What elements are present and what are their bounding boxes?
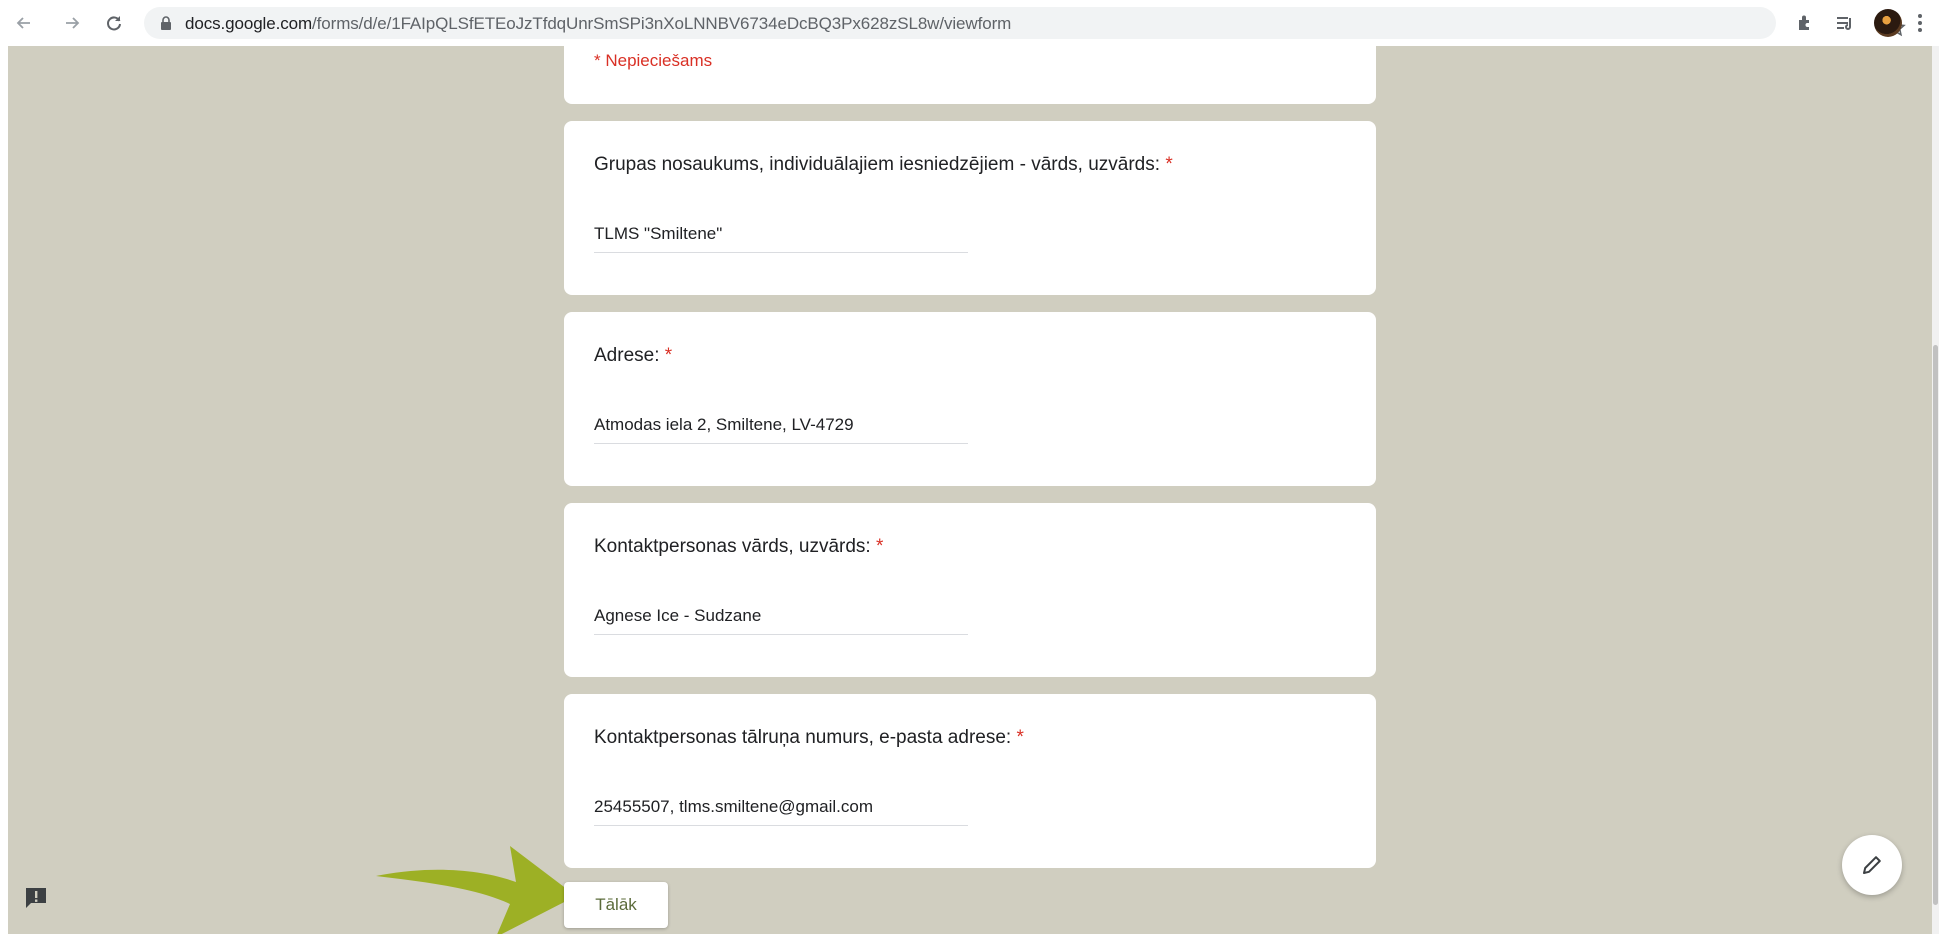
question-label: Kontaktpersonas vārds, uzvārds: * [594, 536, 884, 557]
lock-icon [161, 16, 171, 30]
form-page: * Nepieciešams Grupas nosaukums, individ… [8, 46, 1932, 934]
next-button[interactable]: Tālāk [564, 882, 668, 928]
required-asterisk: * [1165, 154, 1173, 175]
question-card-contact-phone-email: Kontaktpersonas tālruņa numurs, e-pasta … [564, 694, 1376, 868]
required-asterisk: * [664, 345, 673, 366]
extensions-icon[interactable] [1794, 12, 1816, 34]
media-controls-icon[interactable] [1834, 12, 1856, 34]
required-asterisk: * [1016, 727, 1024, 748]
answer-input-contact-name[interactable]: Agnese Ice - Sudzane [594, 606, 968, 635]
edit-pencil-icon [1863, 856, 1881, 874]
url-path: /forms/d/e/1FAIpQLSfETEoJzTfdqUnrSmSPi3n… [312, 14, 1012, 33]
back-arrow-icon[interactable] [12, 11, 36, 35]
reload-icon[interactable] [102, 11, 126, 35]
question-card-address: Adrese: * Atmodas iela 2, Smiltene, LV-4… [564, 312, 1376, 486]
question-label: Kontaktpersonas tālruņa numurs, e-pasta … [594, 727, 1024, 748]
required-asterisk: * [875, 536, 884, 557]
profile-avatar[interactable] [1874, 9, 1902, 37]
url-host: docs.google.com [185, 14, 313, 33]
answer-input-contact-phone-email[interactable]: 25455507, tlms.smiltene@gmail.com [594, 797, 968, 826]
browser-toolbar: docs.google.com/forms/d/e/1FAIpQLSfETEoJ… [0, 0, 1939, 46]
address-bar[interactable]: docs.google.com/forms/d/e/1FAIpQLSfETEoJ… [144, 7, 1906, 39]
question-label: Grupas nosaukums, individuālajiem iesnie… [594, 154, 1173, 175]
menu-icon[interactable] [1917, 12, 1923, 34]
annotation-arrow [376, 846, 576, 934]
scrollbar-thumb[interactable] [1933, 345, 1938, 905]
edit-button[interactable] [1842, 835, 1902, 895]
feedback-icon[interactable] [22, 884, 50, 912]
forward-arrow-icon[interactable] [60, 11, 84, 35]
answer-input-address[interactable]: Atmodas iela 2, Smiltene, LV-4729 [594, 415, 968, 444]
form-header-card-bottom: * Nepieciešams [564, 46, 1376, 104]
answer-input-group-name[interactable]: TLMS "Smiltene" [594, 224, 968, 253]
required-note: * Nepieciešams [594, 51, 713, 70]
url-text[interactable]: docs.google.com/forms/d/e/1FAIpQLSfETEoJ… [185, 14, 1011, 34]
question-card-contact-name: Kontaktpersonas vārds, uzvārds: * Agnese… [564, 503, 1376, 677]
question-label: Adrese: * [594, 345, 673, 366]
question-card-group-name: Grupas nosaukums, individuālajiem iesnie… [564, 121, 1376, 295]
